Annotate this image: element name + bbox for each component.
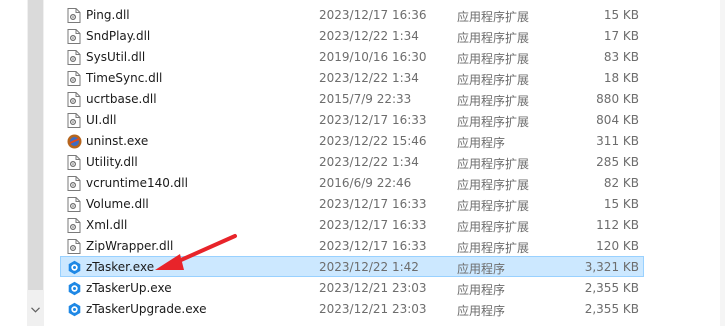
file-row[interactable]: ucrtbase.dll 2015/7/9 22:33 应用程序扩展 880 KB [60,88,644,109]
file-modified-date: 2023/12/17 16:33 [319,197,427,211]
file-row[interactable]: vcruntime140.dll 2016/6/9 22:46 应用程序扩展 82 K… [60,172,644,193]
file-modified-date: 2019/10/16 16:30 [319,50,427,64]
file-name: uninst.exe [86,134,149,148]
file-type: 应用程序 [457,262,506,276]
file-row[interactable]: uninst.exe 2023/12/22 15:46 应用程序 311 KB [60,130,644,151]
file-type: 应用程序扩展 [457,220,530,234]
file-type: 应用程序扩展 [457,94,530,108]
file-row[interactable]: Utility.dll 2023/12/22 1:34 应用程序扩展 285 KB [60,151,644,172]
file-explorer-window: Ping.dll 2023/12/17 16:36 应用程序扩展 15 KB SndPl… [0,0,725,326]
file-modified-date: 2023/12/21 23:03 [319,302,427,316]
file-row[interactable]: ZipWrapper.dll 2023/12/17 16:33 应用程序扩展 120 … [60,235,644,256]
file-type: 应用程序 [457,304,506,318]
navigation-pane [0,0,46,326]
file-modified-date: 2023/12/22 15:46 [319,134,427,148]
file-size: 120 KB [596,239,639,253]
file-size: 880 KB [596,92,639,106]
dll-file-icon [67,155,81,170]
file-name: zTaskerUpgrade.exe [86,302,207,316]
dll-file-icon [67,8,81,23]
file-row[interactable]: Ping.dll 2023/12/17 16:36 应用程序扩展 15 KB [60,4,644,25]
ztasker-app-icon [67,260,81,275]
file-size: 3,321 KB [584,260,639,274]
file-type: 应用程序扩展 [457,10,530,24]
file-name: UI.dll [86,113,117,127]
file-modified-date: 2023/12/22 1:34 [319,29,419,43]
dll-file-icon [67,92,81,107]
file-row[interactable]: SndPlay.dll 2023/12/22 1:34 应用程序扩展 17 KB [60,25,644,46]
file-name: TimeSync.dll [86,71,163,85]
file-size: 83 KB [603,50,639,64]
dll-file-icon [67,71,81,86]
file-modified-date: 2023/12/17 16:33 [319,239,427,253]
file-name: zTasker.exe [86,260,155,274]
file-name: vcruntime140.dll [86,176,188,190]
ztasker-app-icon [67,281,81,296]
file-row[interactable]: UI.dll 2023/12/17 16:33 应用程序扩展 804 KB [60,109,644,130]
file-modified-date: 2023/12/17 16:33 [319,113,427,127]
file-size: 18 KB [603,71,639,85]
file-row[interactable]: Xml.dll 2023/12/17 16:33 应用程序扩展 112 KB [60,214,644,235]
file-row[interactable]: zTasker.exe 2023/12/22 1:42 应用程序 3,321 KB [60,256,644,277]
dll-file-icon [67,29,81,44]
file-name: Utility.dll [86,155,138,169]
file-size: 15 KB [603,8,639,22]
file-name: Volume.dll [86,197,149,211]
file-modified-date: 2023/12/22 1:34 [319,155,419,169]
chevron-down-icon[interactable] [27,302,44,318]
file-size: 804 KB [596,113,639,127]
file-size: 112 KB [596,218,639,232]
file-size: 82 KB [603,176,639,190]
dll-file-icon [67,176,81,191]
dll-file-icon [67,239,81,254]
file-list-scrollbar[interactable] [720,0,725,326]
file-modified-date: 2023/12/22 1:34 [319,71,419,85]
ztasker-app-icon [67,302,81,317]
file-size: 2,355 KB [584,302,639,316]
file-row[interactable]: TimeSync.dll 2023/12/22 1:34 应用程序扩展 18 KB [60,67,644,88]
file-row[interactable]: zTaskerUp.exe 2023/12/21 23:03 应用程序 2,355 K… [60,277,644,298]
file-modified-date: 2023/12/21 23:03 [319,281,427,295]
file-size: 311 KB [596,134,639,148]
file-name: ZipWrapper.dll [86,239,174,253]
dll-file-icon [67,218,81,233]
file-type: 应用程序扩展 [457,31,530,45]
file-name: Ping.dll [86,8,130,22]
file-type: 应用程序扩展 [457,241,530,255]
file-name: SysUtil.dll [86,50,146,64]
file-row[interactable]: Volume.dll 2023/12/17 16:33 应用程序扩展 15 KB [60,193,644,214]
file-type: 应用程序扩展 [457,199,530,213]
file-type: 应用程序扩展 [457,115,530,129]
file-modified-date: 2023/12/17 16:33 [319,218,427,232]
file-type: 应用程序扩展 [457,52,530,66]
file-name: Xml.dll [86,218,128,232]
dll-file-icon [67,197,81,212]
uninstaller-icon [67,134,82,149]
file-size: 2,355 KB [584,281,639,295]
dll-file-icon [67,113,81,128]
file-size: 15 KB [603,197,639,211]
file-size: 285 KB [596,155,639,169]
file-type: 应用程序 [457,136,506,150]
file-modified-date: 2015/7/9 22:33 [319,92,412,106]
file-modified-date: 2023/12/17 16:36 [319,8,427,22]
file-type: 应用程序扩展 [457,178,530,192]
file-type: 应用程序 [457,283,506,297]
file-name: ucrtbase.dll [86,92,157,106]
file-name: SndPlay.dll [86,29,151,43]
navigation-pane-scrollbar-thumb[interactable] [28,0,43,290]
file-name: zTaskerUp.exe [86,281,172,295]
file-type: 应用程序扩展 [457,73,530,87]
dll-file-icon [67,50,81,65]
file-size: 17 KB [603,29,639,43]
file-row[interactable]: zTaskerUpgrade.exe 2023/12/21 23:03 应用程序 2,… [60,298,644,319]
file-modified-date: 2016/6/9 22:46 [319,176,412,190]
file-row[interactable]: SysUtil.dll 2019/10/16 16:30 应用程序扩展 83 KB [60,46,644,67]
file-type: 应用程序扩展 [457,157,530,171]
file-modified-date: 2023/12/22 1:42 [319,260,419,274]
